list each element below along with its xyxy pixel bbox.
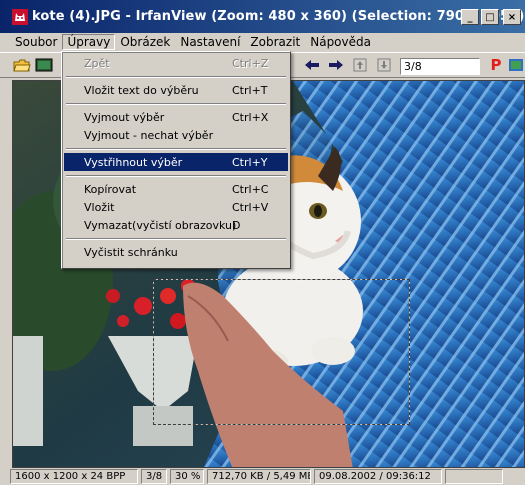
minimize-button[interactable]: _ [461,9,479,25]
edit-menu-item: Zpět Ctrl+Z [64,54,288,72]
menu-item-label: Vložit text do výběru [84,83,199,97]
open-folder-icon[interactable] [12,56,32,74]
first-page-icon[interactable] [350,56,370,74]
edit-menu-item[interactable]: Vyjmout - nechat výběr [64,126,288,144]
menu-item-label: Vymazat(vyčistí obrazovku) [84,218,237,232]
irfanview-window: kote (4).JPG - IrfanView (Zoom: 480 x 36… [0,0,525,485]
menu-item-label: Kopírovat [84,182,137,196]
status-zoom: 30 % [170,469,204,484]
status-image-info: 1600 x 1200 x 24 BPP [10,469,138,484]
menu-item-shortcut: D [232,218,241,232]
menu-separator [64,144,288,153]
status-extra [445,469,503,484]
menu-item-shortcut: Ctrl+V [232,200,269,214]
settings-icon[interactable] [506,56,525,74]
title-bar[interactable]: kote (4).JPG - IrfanView (Zoom: 480 x 36… [0,0,525,33]
edit-menu-item[interactable]: Vystřihnout výběr Ctrl+Y [64,153,288,171]
menu-item-label: Zpět [84,56,110,70]
menu-bar: Soubor Úpravy Obrázek Nastavení Zobrazit… [0,33,525,51]
restore-button[interactable]: □ [481,9,499,25]
minimize-icon: _ [467,11,473,23]
close-button[interactable]: × [503,9,521,25]
page-number-field[interactable]: 3/8 [400,58,480,75]
edit-menu-item[interactable]: Vyjmout výběr Ctrl+X [64,108,288,126]
close-icon: × [507,11,517,23]
status-page: 3/8 [141,469,167,484]
menu-zobrazit[interactable]: Zobrazit [245,34,305,50]
selection-rectangle[interactable] [153,279,410,425]
arrow-left-icon[interactable] [302,56,322,74]
menu-item-label: Vyjmout výběr [84,110,165,124]
restore-icon: □ [485,11,495,23]
menu-item-label: Vystřihnout výběr [84,155,183,169]
slideshow-icon[interactable] [34,56,54,74]
edit-menu-item[interactable]: Vyčistit schránku [64,243,288,261]
app-icon[interactable] [12,9,28,25]
status-bar: 1600 x 1200 x 24 BPP 3/8 30 % 712,70 KB … [0,468,525,485]
menu-separator [64,234,288,243]
menu-napoveda[interactable]: Nápověda [305,34,376,50]
menu-item-shortcut: Ctrl+T [232,83,268,97]
menu-obrazek[interactable]: Obrázek [115,34,175,50]
menu-separator [64,72,288,81]
edit-menu-item[interactable]: Vložit Ctrl+V [64,198,288,216]
menu-upravy[interactable]: Úpravy [62,34,116,50]
status-filesize: 712,70 KB / 5,49 MB [207,469,311,484]
menu-separator [64,171,288,180]
edit-menu-item[interactable]: Vložit text do výběru Ctrl+T [64,81,288,99]
menu-soubor[interactable]: Soubor [10,34,62,50]
menu-item-shortcut: Ctrl+C [232,182,269,196]
menu-item-shortcut: Ctrl+Z [232,56,269,70]
menu-separator [64,99,288,108]
menu-item-label: Vložit [84,200,115,214]
last-page-icon[interactable] [374,56,394,74]
status-date: 09.08.2002 / 09:36:12 [314,469,442,484]
edit-menu-item[interactable]: Kopírovat Ctrl+C [64,180,288,198]
menu-item-label: Vyjmout - nechat výběr [84,128,214,142]
edit-menu-dropdown: Zpět Ctrl+Z Vložit text do výběru Ctrl+T Vyj… [61,51,291,269]
menu-item-shortcut: Ctrl+Y [232,155,268,169]
menu-nastaveni[interactable]: Nastavení [175,34,245,50]
edit-menu-item[interactable]: Vymazat(vyčistí obrazovku) D [64,216,288,234]
paint-p-icon[interactable]: P [486,56,506,74]
window-title: kote (4).JPG - IrfanView (Zoom: 480 x 36… [32,9,525,24]
arrow-right-icon[interactable] [326,56,346,74]
menu-item-label: Vyčistit schránku [84,245,178,259]
menu-item-shortcut: Ctrl+X [232,110,269,124]
